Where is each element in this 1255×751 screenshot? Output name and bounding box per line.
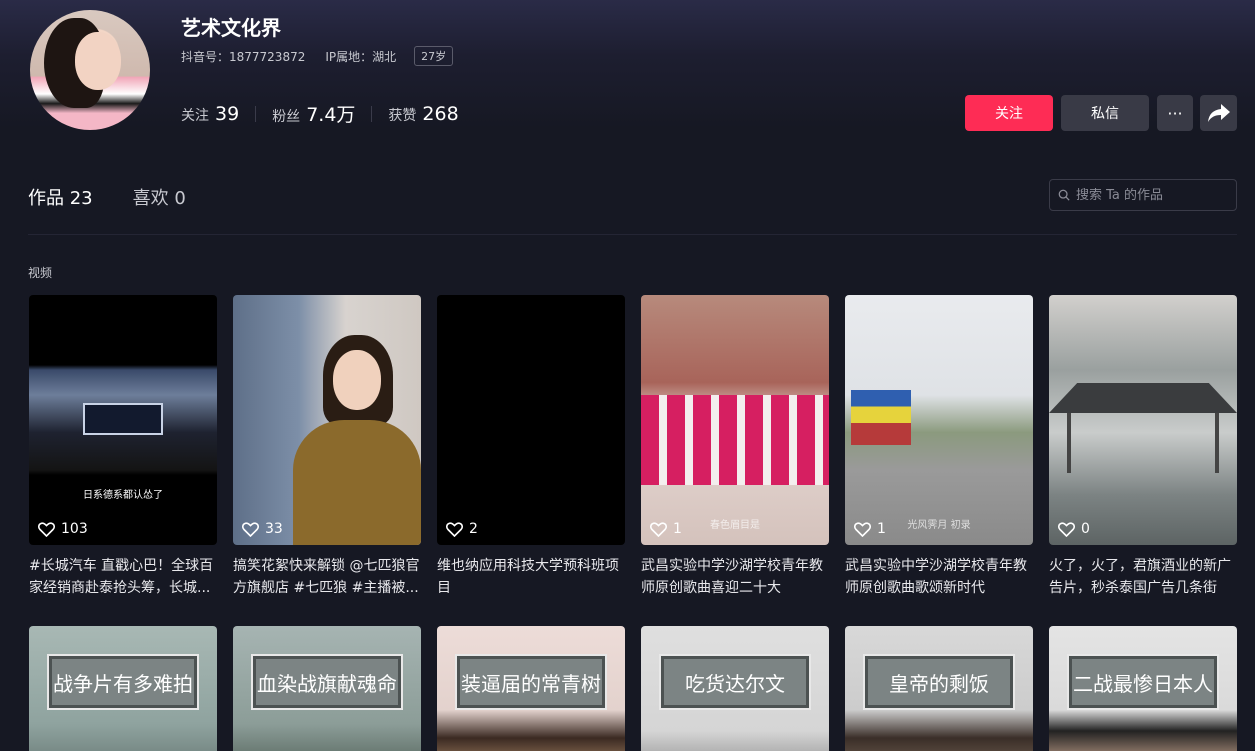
video-card[interactable]: 日系德系都认怂了 103 #长城汽车 直戳心巴！全球百家经销商赴泰抢头筹，长城.…	[29, 295, 217, 599]
video-title-box: 装逼届的常青树	[455, 654, 607, 710]
heart-icon	[446, 521, 463, 537]
profile-name: 艺术文化界	[181, 16, 281, 40]
video-thumbnail[interactable]: 装逼届的常青树	[437, 626, 625, 751]
avatar[interactable]	[30, 10, 150, 130]
video-thumbnail[interactable]: 2	[437, 295, 625, 545]
stat-label: 获赞	[388, 107, 417, 124]
heart-icon	[854, 521, 871, 537]
like-count: 1	[650, 521, 682, 537]
profile-meta: 抖音号：1877723872 IP属地：湖北 27岁	[181, 46, 473, 66]
search-icon	[1058, 189, 1070, 201]
video-overlay-text: 日系德系都认怂了	[83, 490, 163, 501]
video-thumbnail[interactable]: 血染战旗献魂命	[233, 626, 421, 751]
video-card[interactable]: 春色眉目是 1 武昌实验中学沙湖学校青年教师原创歌曲喜迎二十大	[641, 295, 829, 599]
video-caption[interactable]: 火了，火了，君旗酒业的新广告片，秒杀泰国广告几条街	[1049, 555, 1237, 599]
like-count-value: 33	[265, 521, 283, 537]
video-caption[interactable]: 搞笑花絮快来解锁 @七匹狼官方旗舰店 #七匹狼 #主播被...	[233, 555, 421, 599]
video-thumbnail[interactable]: 皇帝的剩饭	[845, 626, 1033, 751]
more-button[interactable]: ···	[1157, 95, 1193, 131]
video-card[interactable]: 装逼届的常青树	[437, 626, 625, 751]
ip-location: IP属地：湖北	[325, 49, 397, 64]
profile-tabs: 作品 23 喜欢 0	[28, 184, 226, 210]
douyin-id: 抖音号：1877723872	[181, 49, 306, 64]
video-thumbnail[interactable]: 日系德系都认怂了 103	[29, 295, 217, 545]
video-thumbnail[interactable]: 光风霁月 初录 1	[845, 295, 1033, 545]
like-count: 103	[38, 521, 88, 537]
stat-likes: 获赞 268	[388, 103, 458, 125]
video-card[interactable]: 33 搞笑花絮快来解锁 @七匹狼官方旗舰店 #七匹狼 #主播被...	[233, 295, 421, 599]
heart-icon	[38, 521, 55, 537]
section-label-videos: 视频	[28, 266, 53, 280]
search-box[interactable]	[1049, 179, 1237, 211]
video-caption[interactable]: 武昌实验中学沙湖学校青年教师原创歌曲喜迎二十大	[641, 555, 829, 599]
stat-divider	[371, 105, 373, 122]
pavilion-roof	[1049, 383, 1237, 413]
age-badge: 27岁	[414, 46, 454, 66]
video-card[interactable]: 光风霁月 初录 1 武昌实验中学沙湖学校青年教师原创歌曲歌颂新时代	[845, 295, 1033, 599]
profile-stats: 关注 39 粉丝 7.4万 获赞 268	[181, 100, 459, 127]
stat-value: 39	[215, 102, 240, 125]
like-count-value: 2	[469, 521, 478, 537]
video-title-box: 战争片有多难拍	[47, 654, 199, 710]
message-button[interactable]: 私信	[1061, 95, 1149, 131]
video-thumbnail[interactable]: 战争片有多难拍	[29, 626, 217, 751]
like-count-value: 1	[877, 521, 886, 537]
tab-works[interactable]: 作品 23	[28, 184, 93, 210]
section-divider	[28, 234, 1237, 235]
stat-value: 268	[422, 102, 459, 125]
like-count: 2	[446, 521, 478, 537]
video-title-box: 吃货达尔文	[659, 654, 811, 710]
video-caption[interactable]: 武昌实验中学沙湖学校青年教师原创歌曲歌颂新时代	[845, 555, 1033, 599]
share-icon	[1207, 104, 1230, 122]
heart-icon	[650, 521, 667, 537]
tab-likes[interactable]: 喜欢 0	[133, 184, 186, 210]
video-card[interactable]: 二战最惨日本人	[1049, 626, 1237, 751]
video-thumbnail[interactable]: 吃货达尔文	[641, 626, 829, 751]
like-count-value: 1	[673, 521, 682, 537]
video-caption[interactable]: 维也纳应用科技大学预科班项目	[437, 555, 625, 599]
like-count-value: 0	[1081, 521, 1090, 537]
avatar-face	[75, 32, 121, 90]
video-card[interactable]: 2 维也纳应用科技大学预科班项目	[437, 295, 625, 599]
video-caption[interactable]: #长城汽车 直戳心巴！全球百家经销商赴泰抢头筹，长城...	[29, 555, 217, 599]
video-card[interactable]: 皇帝的剩饭	[845, 626, 1033, 751]
video-thumbnail[interactable]: 33	[233, 295, 421, 545]
school-building	[851, 390, 911, 445]
heart-icon	[1058, 521, 1075, 537]
choir-group	[641, 395, 829, 485]
stat-label: 关注	[181, 107, 209, 124]
video-title-box: 皇帝的剩饭	[863, 654, 1015, 710]
stat-value: 7.4万	[306, 104, 356, 126]
person-face	[333, 350, 381, 410]
like-count: 1	[854, 521, 886, 537]
video-card[interactable]: 0 火了，火了，君旗酒业的新广告片，秒杀泰国广告几条街	[1049, 295, 1237, 599]
stat-label: 粉丝	[272, 109, 301, 125]
pavilion-pillars	[1067, 413, 1219, 473]
like-count: 33	[242, 521, 283, 537]
person-coat	[293, 420, 421, 545]
video-card[interactable]: 吃货达尔文	[641, 626, 829, 751]
follow-button[interactable]: 关注	[965, 95, 1053, 131]
video-card[interactable]: 血染战旗献魂命	[233, 626, 421, 751]
heart-icon	[242, 521, 259, 537]
stat-divider	[255, 105, 257, 122]
stat-followers[interactable]: 粉丝 7.4万	[272, 100, 355, 127]
video-thumbnail[interactable]: 0	[1049, 295, 1237, 545]
stat-following[interactable]: 关注 39	[181, 103, 239, 125]
share-button[interactable]	[1200, 95, 1237, 131]
video-thumbnail[interactable]: 二战最惨日本人	[1049, 626, 1237, 751]
like-count: 0	[1058, 521, 1090, 537]
search-input[interactable]	[1076, 187, 1236, 203]
like-count-value: 103	[61, 521, 88, 537]
video-card[interactable]: 战争片有多难拍	[29, 626, 217, 751]
video-thumbnail[interactable]: 春色眉目是 1	[641, 295, 829, 545]
video-title-box: 二战最惨日本人	[1067, 654, 1219, 710]
video-title-box: 血染战旗献魂命	[251, 654, 403, 710]
expo-sign	[83, 403, 163, 435]
